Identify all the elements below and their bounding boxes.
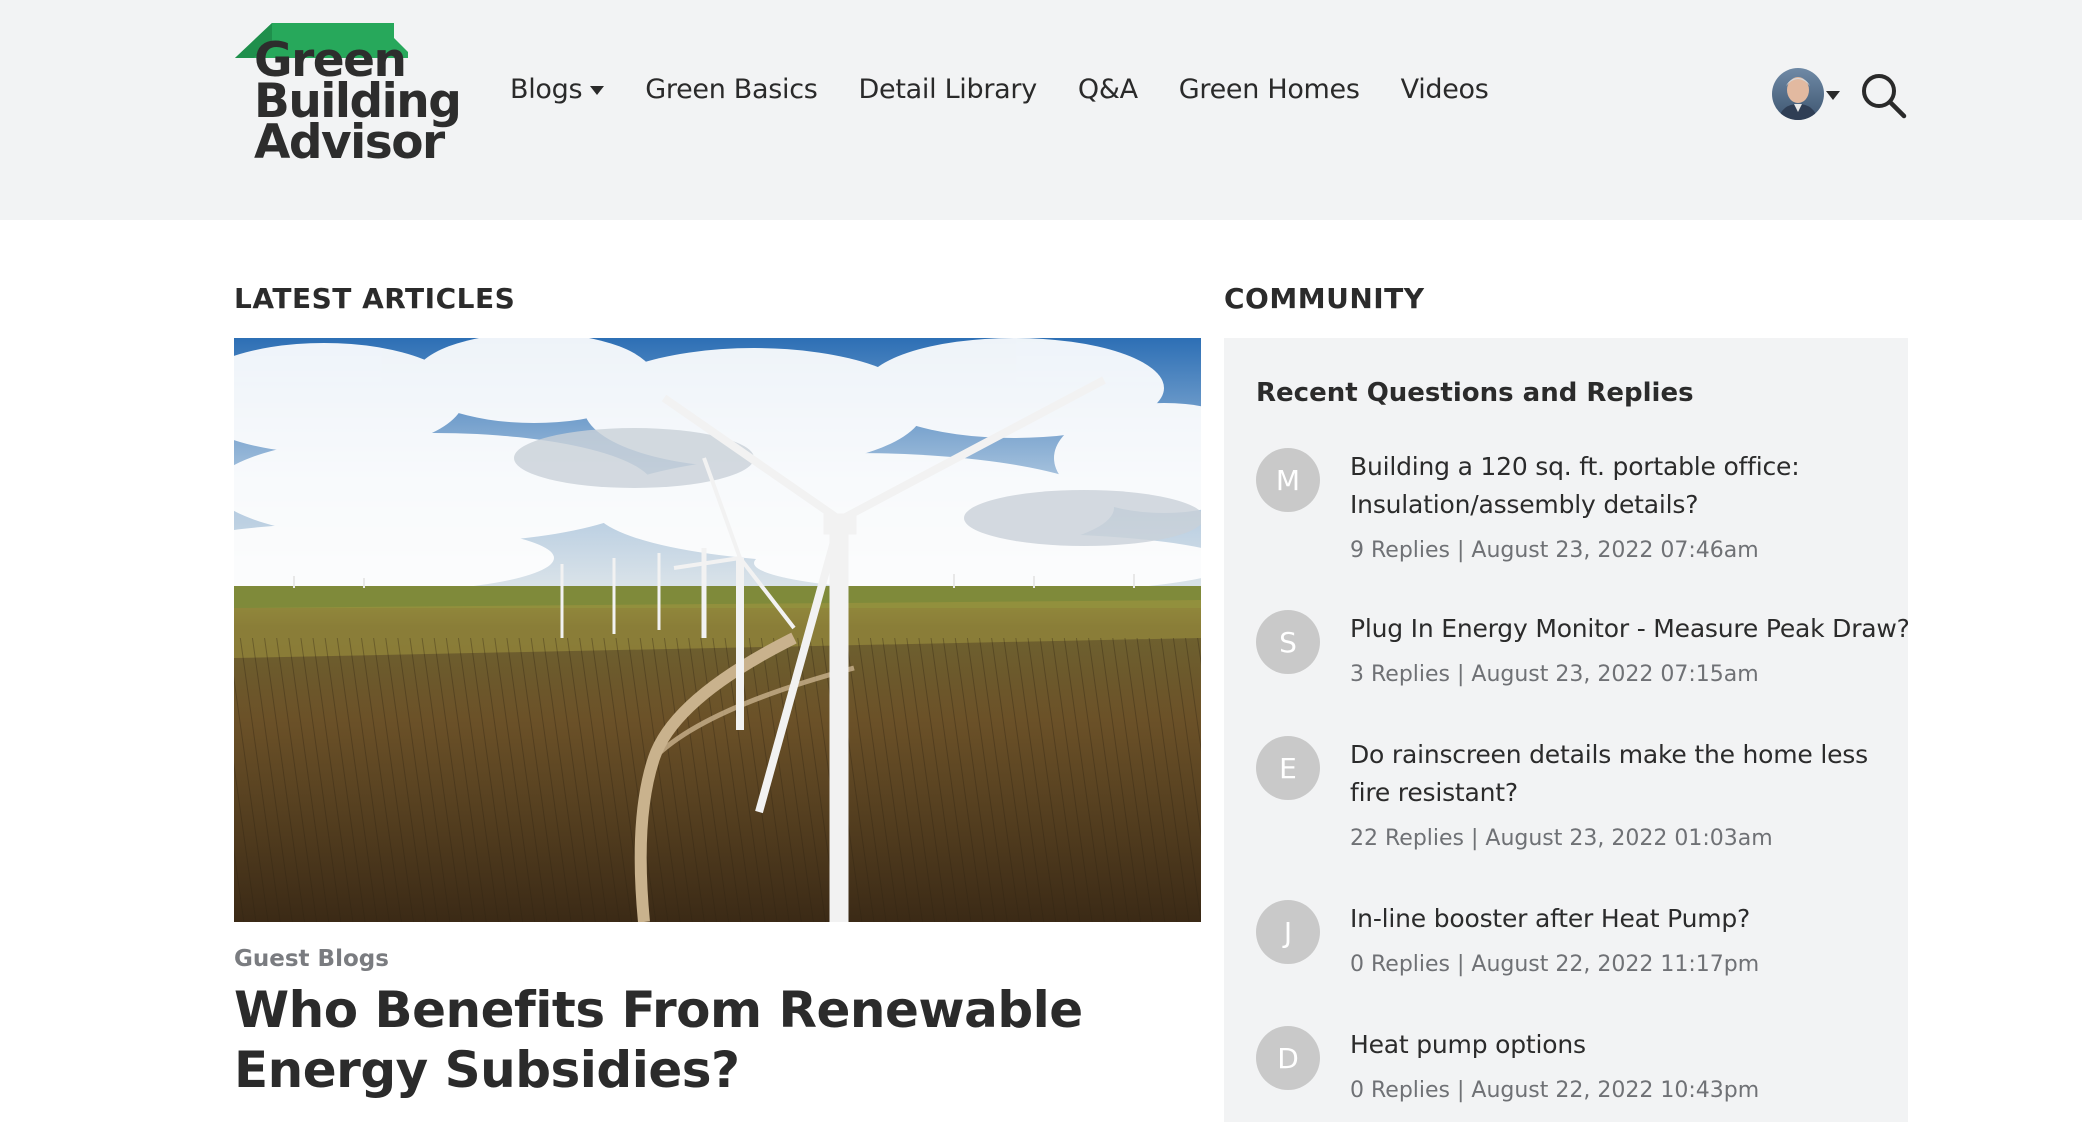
- avatar: J: [1256, 900, 1320, 964]
- featured-article-image[interactable]: [234, 338, 1201, 922]
- site-logo[interactable]: Green Building Advisor: [232, 20, 462, 170]
- nav-videos[interactable]: Videos: [1401, 74, 1489, 105]
- chevron-down-icon: [590, 86, 605, 95]
- avatar: S: [1256, 610, 1320, 674]
- site-header: Green Building Advisor Blogs Green Basic…: [0, 0, 2082, 220]
- latest-articles-heading: LATEST ARTICLES: [234, 282, 516, 315]
- nav-blogs[interactable]: Blogs: [510, 74, 605, 105]
- search-button[interactable]: [1860, 72, 1908, 120]
- community-heading: COMMUNITY: [1224, 282, 1425, 315]
- question-meta: 3 Replies | August 23, 2022 07:15am: [1350, 662, 1759, 687]
- article-title[interactable]: Who Benefits From Renewable Energy Subsi…: [234, 980, 1214, 1100]
- question-link[interactable]: Building a 120 sq. ft. portable office: …: [1350, 448, 1908, 524]
- community-panel: Recent Questions and Replies M Building …: [1224, 338, 1908, 1122]
- question-meta: 0 Replies | August 22, 2022 10:43pm: [1350, 1078, 1760, 1103]
- article-category[interactable]: Guest Blogs: [234, 946, 389, 972]
- avatar-chevron-down-icon: [1826, 90, 1840, 100]
- question-link[interactable]: Do rainscreen details make the home less…: [1350, 736, 1908, 812]
- avatar: E: [1256, 736, 1320, 800]
- question-link[interactable]: Heat pump options: [1350, 1026, 1908, 1064]
- account-menu[interactable]: [1772, 68, 1840, 120]
- question-meta: 22 Replies | August 23, 2022 01:03am: [1350, 826, 1773, 851]
- logo-wordmark: Green Building Advisor: [254, 37, 462, 170]
- nav-blogs-label: Blogs: [510, 74, 583, 105]
- nav-green-homes[interactable]: Green Homes: [1179, 74, 1360, 105]
- wind-turbine-image: [234, 338, 1201, 922]
- question-meta: 0 Replies | August 22, 2022 11:17pm: [1350, 952, 1760, 977]
- nav-detail-library[interactable]: Detail Library: [859, 74, 1038, 105]
- main-nav: Blogs Green Basics Detail Library Q&A Gr…: [510, 74, 1530, 105]
- avatar: M: [1256, 448, 1320, 512]
- user-avatar: [1772, 68, 1824, 120]
- logo-line-advisor: Advisor: [254, 115, 445, 170]
- question-meta: 9 Replies | August 23, 2022 07:46am: [1350, 538, 1759, 563]
- question-link[interactable]: In-line booster after Heat Pump?: [1350, 900, 1908, 938]
- recent-questions-heading: Recent Questions and Replies: [1256, 378, 1694, 408]
- nav-green-basics[interactable]: Green Basics: [645, 74, 818, 105]
- avatar: D: [1256, 1026, 1320, 1090]
- question-link[interactable]: Plug In Energy Monitor - Measure Peak Dr…: [1350, 610, 1908, 648]
- search-icon: [1862, 74, 1907, 119]
- nav-qa[interactable]: Q&A: [1078, 74, 1138, 105]
